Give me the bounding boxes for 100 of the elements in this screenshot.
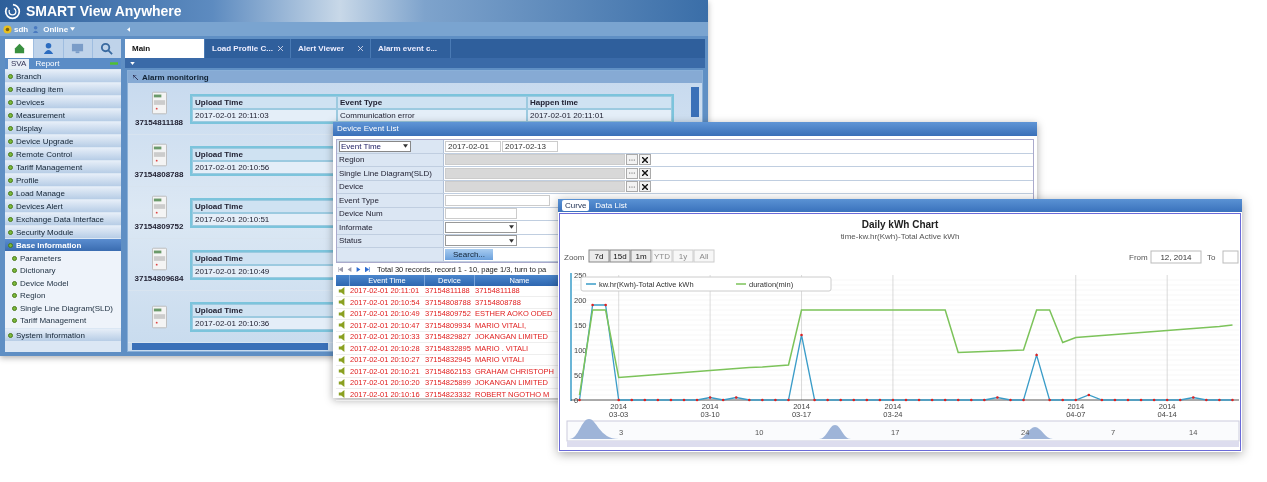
- search-button[interactable]: [92, 39, 121, 58]
- data-point: [1022, 398, 1025, 402]
- sidebar-item[interactable]: Security Module: [5, 226, 121, 238]
- data-point: [1192, 396, 1195, 399]
- data-point: [1061, 398, 1064, 402]
- input-field[interactable]: [445, 167, 625, 179]
- device-id: 37154808788: [134, 169, 184, 179]
- to-label: To: [1207, 253, 1216, 262]
- sidebar-item[interactable]: Reading item: [5, 83, 121, 95]
- data-point: [970, 398, 973, 402]
- previous-page-icon[interactable]: [347, 266, 352, 272]
- data-point: [930, 398, 934, 402]
- data-point: [1205, 398, 1208, 402]
- sidebar-subitem[interactable]: Single Line Diagram(SLD): [5, 302, 121, 315]
- dropdown[interactable]: [445, 235, 517, 247]
- zoom-button[interactable]: 15d: [609, 249, 631, 263]
- sidebar-tab[interactable]: Report: [32, 58, 63, 69]
- data-point: [787, 398, 790, 402]
- data-point: [917, 398, 921, 402]
- meter-icon: [151, 90, 167, 115]
- tab[interactable]: Data List: [592, 200, 630, 211]
- zoom-button[interactable]: 1m: [630, 249, 652, 263]
- people-button[interactable]: [34, 39, 63, 58]
- zoom-button[interactable]: 7d: [588, 249, 610, 263]
- meter-icon: [151, 246, 167, 271]
- sidebar-subitem[interactable]: Tariff Management: [5, 314, 121, 327]
- arrow-icon[interactable]: [127, 26, 131, 32]
- data-point: [1074, 398, 1078, 402]
- device-id: 37154811188: [134, 117, 184, 127]
- caret-icon: [509, 225, 514, 230]
- data-point: [617, 398, 620, 402]
- home-button[interactable]: [5, 39, 34, 58]
- tab[interactable]: Main: [125, 39, 205, 58]
- sidebar-item[interactable]: Display: [5, 122, 121, 134]
- logo-icon: [4, 2, 21, 20]
- first-page-icon[interactable]: [338, 266, 343, 272]
- column-header: Upload Time: [192, 95, 337, 109]
- data-point: [604, 303, 607, 307]
- sidebar-item[interactable]: Profile: [5, 174, 121, 186]
- sidebar-item[interactable]: Remote Control: [5, 148, 121, 160]
- dropdown[interactable]: [445, 221, 517, 233]
- sidebar-subitem[interactable]: Device Model: [5, 277, 121, 290]
- monitor-button[interactable]: [63, 39, 92, 58]
- device-id: 37154809752: [134, 221, 184, 231]
- dropdown[interactable]: Event Time: [339, 140, 411, 152]
- clear-button[interactable]: [639, 154, 651, 166]
- input-field[interactable]: [445, 194, 550, 206]
- sidebar-tab[interactable]: SVA: [8, 58, 30, 69]
- data-point: [865, 398, 869, 402]
- data-point: [878, 398, 882, 402]
- next-page-icon[interactable]: [356, 266, 361, 272]
- data-point: [800, 333, 803, 337]
- input-field[interactable]: [445, 154, 625, 166]
- sidebar-item[interactable]: Branch: [5, 70, 121, 82]
- clear-button[interactable]: [639, 181, 651, 193]
- tab[interactable]: Curve: [562, 200, 590, 211]
- sidebar-item[interactable]: Devices Alert: [5, 200, 121, 212]
- clear-button[interactable]: [639, 167, 651, 179]
- scrollbar[interactable]: [691, 87, 699, 117]
- people-icon: [41, 42, 55, 55]
- date-field[interactable]: 12, 2014: [1150, 250, 1202, 264]
- sidebar-subitem[interactable]: Dictionary: [5, 264, 121, 277]
- sidebar-item[interactable]: Devices: [5, 96, 121, 108]
- field-label: Single Line Diagram(SLD): [337, 167, 444, 180]
- data-point: [1113, 398, 1117, 402]
- input-field[interactable]: [445, 181, 625, 193]
- sidebar-item[interactable]: Base Information: [5, 239, 121, 251]
- data-point: [1231, 398, 1234, 402]
- data-point: [839, 398, 842, 402]
- date-field[interactable]: [1222, 250, 1239, 264]
- sidebar-item[interactable]: Load Manage: [5, 187, 121, 199]
- data-point: [1100, 398, 1104, 402]
- sidebar-subitem[interactable]: Region: [5, 289, 121, 302]
- input-field[interactable]: [445, 208, 517, 220]
- data-point: [1009, 398, 1012, 402]
- sidebar-item[interactable]: Tariff Management: [5, 161, 121, 173]
- caret-icon[interactable]: [130, 61, 135, 65]
- sidebar-item[interactable]: System Information: [5, 329, 121, 341]
- sidebar-item[interactable]: Exchange Data Interface: [5, 213, 121, 225]
- data-point: [578, 398, 581, 402]
- scrollbar[interactable]: [132, 343, 328, 350]
- chart-subtitle: time-kw.hr(Kwh)-Total Active kWh: [840, 232, 960, 241]
- user-status-icon: [3, 24, 12, 34]
- data-point: [761, 398, 764, 402]
- sidebar-item[interactable]: Device Upgrade: [5, 135, 121, 147]
- sidebar-subitem[interactable]: Parameters: [5, 252, 121, 265]
- data-point: [695, 398, 699, 402]
- search-button[interactable]: Search...: [445, 248, 493, 260]
- data-point: [656, 398, 660, 402]
- close-icon[interactable]: [357, 46, 363, 51]
- date-field[interactable]: 2017-02-13: [502, 140, 558, 152]
- sidebar-item[interactable]: Measurement: [5, 109, 121, 121]
- date-field[interactable]: 2017-02-01: [445, 140, 501, 152]
- last-page-icon[interactable]: [365, 266, 370, 272]
- monitor-icon: [71, 42, 85, 55]
- data-point: [1048, 398, 1051, 402]
- data-point: [1218, 398, 1221, 402]
- zoom-label: Zoom: [564, 253, 585, 262]
- close-icon[interactable]: [277, 46, 283, 51]
- data-point: [813, 398, 816, 402]
